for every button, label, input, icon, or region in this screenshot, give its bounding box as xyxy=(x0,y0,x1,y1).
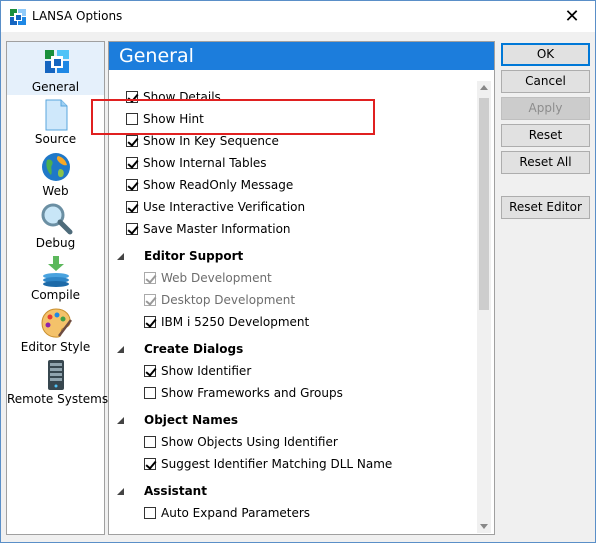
checkbox[interactable] xyxy=(126,135,138,147)
option-show-readonly-message[interactable]: Show ReadOnly Message xyxy=(126,175,293,195)
nav-item-compile[interactable]: Compile xyxy=(7,250,104,302)
option-label: Show Internal Tables xyxy=(143,156,267,170)
ok-button[interactable]: OK xyxy=(501,43,590,66)
nav-label: Remote Systems xyxy=(7,392,109,406)
checkbox[interactable] xyxy=(144,436,156,448)
checkbox[interactable] xyxy=(144,387,156,399)
checkbox[interactable] xyxy=(126,223,138,235)
option-show-identifier[interactable]: Show Identifier xyxy=(144,361,251,381)
options-dialog: LANSA Options ✕ General Source Web Debug… xyxy=(0,0,596,543)
globe-icon xyxy=(42,153,70,181)
magnifier-icon xyxy=(41,203,73,235)
checkbox[interactable] xyxy=(144,316,156,328)
options-panel: General Show Details Show Hint Show In K… xyxy=(108,41,495,535)
section-title-editor-support: Editor Support xyxy=(144,249,244,263)
nav-label: Compile xyxy=(30,288,81,302)
checkbox[interactable] xyxy=(144,507,156,519)
option-save-master-information[interactable]: Save Master Information xyxy=(126,219,291,239)
scrollbar-thumb[interactable] xyxy=(479,98,489,310)
checkbox[interactable] xyxy=(126,179,138,191)
option-desktop-development: Desktop Development xyxy=(144,290,295,310)
option-ibm-i-5250-development[interactable]: IBM i 5250 Development xyxy=(144,312,309,332)
server-icon xyxy=(48,360,64,390)
scroll-down-arrow-icon[interactable] xyxy=(480,524,488,529)
option-label: Show Identifier xyxy=(161,364,252,378)
document-icon xyxy=(45,99,68,131)
apply-button: Apply xyxy=(501,97,590,120)
option-use-interactive-verification[interactable]: Use Interactive Verification xyxy=(126,197,305,217)
option-label: IBM i 5250 Development xyxy=(161,315,310,329)
option-show-frameworks-and-groups[interactable]: Show Frameworks and Groups xyxy=(144,383,343,403)
window-title: LANSA Options xyxy=(32,9,123,23)
nav-item-editor-style[interactable]: Editor Style xyxy=(7,302,104,354)
nav-item-web[interactable]: Web xyxy=(7,146,104,198)
option-label: Web Development xyxy=(161,271,272,285)
palette-icon xyxy=(41,308,72,338)
option-label: Show In Key Sequence xyxy=(143,134,279,148)
option-suggest-identifier-matching-dll-name[interactable]: Suggest Identifier Matching DLL Name xyxy=(144,454,392,474)
option-show-objects-using-identifier[interactable]: Show Objects Using Identifier xyxy=(144,432,338,452)
checkbox[interactable] xyxy=(126,201,138,213)
collapse-arrow-icon[interactable] xyxy=(117,488,124,495)
option-label: Save Master Information xyxy=(143,222,291,236)
option-web-development: Web Development xyxy=(144,268,272,288)
nav-label: Debug xyxy=(35,236,76,250)
reset-button[interactable]: Reset xyxy=(501,124,590,147)
nav-label: Web xyxy=(42,184,69,198)
panel-header: General xyxy=(109,42,494,70)
option-label: Show Objects Using Identifier xyxy=(161,435,338,449)
category-nav: General Source Web Debug Compile Editor … xyxy=(6,41,109,535)
close-icon: ✕ xyxy=(564,6,580,27)
option-auto-expand-parameters[interactable]: Auto Expand Parameters xyxy=(144,503,310,523)
nav-label: Source xyxy=(34,132,77,146)
nav-label: Editor Style xyxy=(20,340,91,354)
option-label: Show Details xyxy=(143,90,221,104)
checkbox[interactable] xyxy=(126,113,138,125)
option-show-hint[interactable]: Show Hint xyxy=(126,109,204,129)
close-button[interactable]: ✕ xyxy=(549,1,595,32)
compile-stack-icon xyxy=(43,256,69,287)
option-label: Auto Expand Parameters xyxy=(161,506,311,520)
collapse-arrow-icon[interactable] xyxy=(117,253,124,260)
section-title-assistant: Assistant xyxy=(144,484,207,498)
reset-editor-button[interactable]: Reset Editor xyxy=(501,196,590,219)
checkbox[interactable] xyxy=(126,91,138,103)
nav-item-general[interactable]: General xyxy=(7,42,104,95)
section-title-object-names: Object Names xyxy=(144,413,238,427)
collapse-arrow-icon[interactable] xyxy=(117,417,124,424)
lansa-app-icon xyxy=(10,9,26,25)
option-show-details[interactable]: Show Details xyxy=(126,87,221,107)
checkbox[interactable] xyxy=(144,365,156,377)
cancel-button[interactable]: Cancel xyxy=(501,70,590,93)
scroll-up-arrow-icon[interactable] xyxy=(480,85,488,90)
nav-item-debug[interactable]: Debug xyxy=(7,198,104,250)
option-show-in-key-sequence[interactable]: Show In Key Sequence xyxy=(126,131,279,151)
section-title-create-dialogs: Create Dialogs xyxy=(144,342,244,356)
reset-all-button[interactable]: Reset All xyxy=(501,151,590,174)
checkbox xyxy=(144,272,156,284)
nav-item-remote-systems[interactable]: Remote Systems xyxy=(7,354,109,406)
title-bar: LANSA Options ✕ xyxy=(1,1,595,32)
checkbox[interactable] xyxy=(126,157,138,169)
option-show-internal-tables[interactable]: Show Internal Tables xyxy=(126,153,267,173)
option-label: Show Hint xyxy=(143,112,204,126)
option-label: Suggest Identifier Matching DLL Name xyxy=(161,457,393,471)
nav-item-source[interactable]: Source xyxy=(7,94,104,146)
option-label: Show Frameworks and Groups xyxy=(161,386,343,400)
checkbox[interactable] xyxy=(144,458,156,470)
general-icon xyxy=(45,50,69,73)
option-label: Use Interactive Verification xyxy=(143,200,306,214)
checkbox xyxy=(144,294,156,306)
option-label: Desktop Development xyxy=(161,293,296,307)
collapse-arrow-icon[interactable] xyxy=(117,346,124,353)
vertical-scrollbar[interactable] xyxy=(477,81,491,533)
option-label: Show ReadOnly Message xyxy=(143,178,294,192)
nav-label: General xyxy=(31,80,80,94)
